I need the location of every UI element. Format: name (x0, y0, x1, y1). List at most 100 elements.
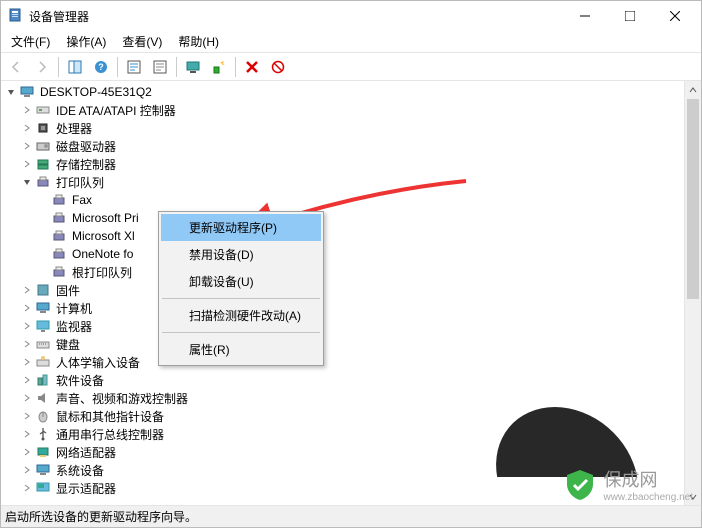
cpu-icon (35, 120, 51, 136)
scroll-up-icon[interactable] (685, 81, 701, 98)
firmware-icon (35, 282, 51, 298)
menu-view[interactable]: 查看(V) (114, 31, 170, 52)
tool-show-hide-tree[interactable] (63, 55, 87, 79)
tool-disable[interactable] (266, 55, 290, 79)
tree-node-disk[interactable]: 磁盘驱动器 (1, 137, 701, 155)
root-label: DESKTOP-45E31Q2 (38, 85, 154, 99)
net-icon (35, 444, 51, 460)
window-controls (562, 1, 697, 31)
chevron-right-icon[interactable] (19, 102, 35, 118)
tree-node-software[interactable]: 软件设备 (1, 371, 701, 389)
shield-icon (563, 468, 597, 502)
storage-icon (35, 156, 51, 172)
tree-node-monitor[interactable]: 监视器 (1, 317, 701, 335)
printer-icon (51, 246, 67, 262)
tree-node-computer[interactable]: 计算机 (1, 299, 701, 317)
chevron-right-icon[interactable] (19, 120, 35, 136)
printer-icon (51, 192, 67, 208)
mouse-icon (35, 408, 51, 424)
ide-icon (35, 102, 51, 118)
system-icon (35, 462, 51, 478)
disk-icon (35, 138, 51, 154)
cm-uninstall-device[interactable]: 卸载设备(U) (161, 268, 321, 295)
tool-back (4, 55, 28, 79)
tool-computer[interactable] (181, 55, 205, 79)
tree-node-sound[interactable]: 声音、视频和游戏控制器 (1, 389, 701, 407)
cm-separator (162, 298, 320, 299)
tool-help[interactable]: ? (89, 55, 113, 79)
chevron-right-icon[interactable] (19, 480, 35, 496)
monitor-icon (35, 318, 51, 334)
window-title: 设备管理器 (29, 8, 562, 25)
printer-icon (51, 210, 67, 226)
chevron-down-icon[interactable] (3, 84, 19, 100)
menu-action[interactable]: 操作(A) (58, 31, 114, 52)
tool-properties2[interactable] (148, 55, 172, 79)
chevron-down-icon[interactable] (19, 174, 35, 190)
tree-root[interactable]: DESKTOP-45E31Q2 (1, 83, 701, 101)
chevron-right-icon[interactable] (19, 444, 35, 460)
tool-scan-hardware[interactable] (207, 55, 231, 79)
device-manager-window: 设备管理器 文件(F) 操作(A) 查看(V) 帮助(H) ? (0, 0, 702, 528)
chevron-right-icon[interactable] (19, 156, 35, 172)
minimize-button[interactable] (562, 1, 607, 31)
printer-icon (51, 264, 67, 280)
chevron-right-icon[interactable] (19, 462, 35, 478)
usb-icon (35, 426, 51, 442)
tool-forward (30, 55, 54, 79)
chevron-right-icon[interactable] (19, 300, 35, 316)
chevron-right-icon[interactable] (19, 282, 35, 298)
cm-update-driver[interactable]: 更新驱动程序(P) (161, 214, 321, 241)
titlebar: 设备管理器 (1, 1, 701, 31)
software-icon (35, 372, 51, 388)
vertical-scrollbar[interactable] (684, 81, 701, 505)
chevron-right-icon[interactable] (19, 408, 35, 424)
chevron-right-icon[interactable] (19, 426, 35, 442)
cm-disable-device[interactable]: 禁用设备(D) (161, 241, 321, 268)
chevron-right-icon[interactable] (19, 138, 35, 154)
tree-node-onenote[interactable]: OneNote fo (1, 245, 701, 263)
tree-node-hid[interactable]: 人体学输入设备 (1, 353, 701, 371)
scrollbar-thumb[interactable] (687, 99, 699, 299)
chevron-right-icon[interactable] (19, 372, 35, 388)
watermark-url: www.zbaocheng.net (603, 492, 693, 503)
tool-uninstall[interactable] (240, 55, 264, 79)
cm-separator (162, 332, 320, 333)
cm-scan-hardware[interactable]: 扫描检测硬件改动(A) (161, 302, 321, 329)
toolbar: ? (1, 53, 701, 81)
tree-node-msxl[interactable]: Microsoft Xl (1, 227, 701, 245)
menu-file[interactable]: 文件(F) (3, 31, 58, 52)
chevron-right-icon[interactable] (19, 318, 35, 334)
keyboard-icon (35, 336, 51, 352)
cm-properties[interactable]: 属性(R) (161, 336, 321, 363)
context-menu: 更新驱动程序(P) 禁用设备(D) 卸载设备(U) 扫描检测硬件改动(A) 属性… (158, 211, 324, 366)
chevron-right-icon[interactable] (19, 336, 35, 352)
menu-help[interactable]: 帮助(H) (170, 31, 227, 52)
statusbar: 启动所选设备的更新驱动程序向导。 (1, 505, 701, 527)
menubar: 文件(F) 操作(A) 查看(V) 帮助(H) (1, 31, 701, 53)
svg-text:?: ? (98, 62, 104, 72)
tool-properties[interactable] (122, 55, 146, 79)
tree-node-firmware[interactable]: 固件 (1, 281, 701, 299)
chevron-right-icon[interactable] (19, 390, 35, 406)
tree-node-keyboard[interactable]: 键盘 (1, 335, 701, 353)
watermark-name: 保成网 (603, 466, 693, 492)
tree-node-ide[interactable]: IDE ATA/ATAPI 控制器 (1, 101, 701, 119)
app-icon (8, 8, 24, 24)
close-button[interactable] (652, 1, 697, 31)
computer-icon (19, 84, 35, 100)
tree-node-fax[interactable]: Fax (1, 191, 701, 209)
computer-icon (35, 300, 51, 316)
tree-node-storage[interactable]: 存储控制器 (1, 155, 701, 173)
watermark: 保成网 www.zbaocheng.net (563, 466, 693, 503)
printer-icon (35, 174, 51, 190)
tree-node-rootprintq[interactable]: 根打印队列 (1, 263, 701, 281)
sound-icon (35, 390, 51, 406)
tree-node-msprint[interactable]: Microsoft Pri (1, 209, 701, 227)
printer-icon (51, 228, 67, 244)
chevron-right-icon[interactable] (19, 354, 35, 370)
tree-node-print-queue[interactable]: 打印队列 (1, 173, 701, 191)
status-text: 启动所选设备的更新驱动程序向导。 (5, 508, 197, 525)
maximize-button[interactable] (607, 1, 652, 31)
tree-node-cpu[interactable]: 处理器 (1, 119, 701, 137)
